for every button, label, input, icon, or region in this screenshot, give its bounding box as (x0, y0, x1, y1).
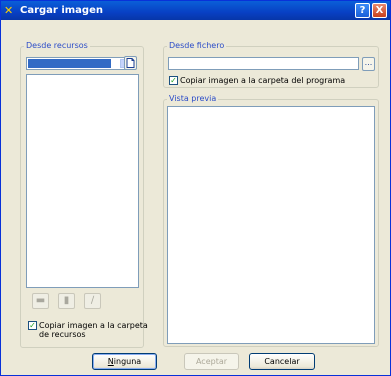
copy-to-resources-checkbox[interactable]: ✓ (28, 321, 37, 330)
window-title: Cargar imagen (20, 5, 103, 16)
copy-to-program-label: Copiar imagen a la carpeta del programa (180, 76, 346, 85)
preview-area (167, 106, 375, 344)
cancel-button[interactable]: Cancelar (249, 353, 315, 370)
help-button[interactable]: ? (355, 3, 370, 18)
copy-to-resources-label-line1: Copiar imagen a la carpeta (39, 321, 148, 330)
edit-icon: ∕ (84, 293, 101, 309)
title-bar[interactable]: ✕ Cargar imagen ? X (1, 1, 390, 20)
browse-button[interactable]: ... (362, 57, 375, 71)
resource-combo[interactable]: ⌄ (26, 57, 134, 70)
resource-combo-selection (28, 59, 111, 68)
preview-group-label: Vista previa (167, 94, 219, 104)
close-button[interactable]: X (372, 3, 387, 18)
copy-to-resources-label-line2: de recursos (39, 330, 86, 339)
open-folder-icon: ▬ (32, 293, 49, 309)
new-resource-button[interactable] (124, 56, 137, 70)
none-button[interactable]: Ninguna (92, 353, 157, 370)
resources-group-label: Desde recursos (24, 41, 90, 51)
copy-to-program-checkbox[interactable]: ✓ (169, 76, 178, 85)
app-icon: ✕ (4, 3, 14, 17)
resource-list[interactable] (26, 74, 139, 288)
file-path-input[interactable] (168, 57, 359, 70)
accept-button[interactable]: Aceptar (184, 353, 239, 370)
delete-icon: ▮ (58, 293, 75, 309)
load-image-dialog: ✕ Cargar imagen ? X Desde recursos ⌄ ▬ ▮… (0, 0, 391, 376)
none-button-label: inguna (113, 357, 142, 366)
file-group-label: Desde fichero (167, 41, 227, 51)
new-document-icon (126, 58, 135, 68)
